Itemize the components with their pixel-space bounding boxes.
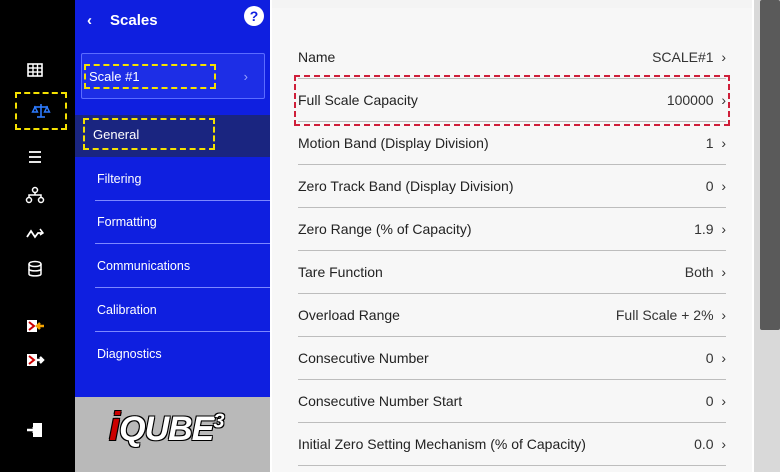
setting-label: Tare Function [298, 264, 383, 280]
menu-item-label: Formatting [97, 215, 157, 229]
scale-selector[interactable]: Scale #1 › [81, 53, 265, 99]
setting-value: Both [685, 264, 726, 280]
setting-value: 1.9 [694, 221, 726, 237]
back-chevron-icon[interactable]: ‹ [87, 12, 92, 29]
setting-row-motion-band[interactable]: Motion Band (Display Division) 1 [298, 122, 726, 165]
setting-value: 0.0 [694, 436, 726, 452]
setting-row-zero-range[interactable]: Zero Range (% of Capacity) 1.9 [298, 208, 726, 251]
menu-item-diagnostics[interactable]: Diagnostics [95, 332, 270, 375]
setting-row-tare-function[interactable]: Tare Function Both [298, 251, 726, 294]
setting-row-overload-range[interactable]: Overload Range Full Scale + 2% [298, 294, 726, 337]
menu-title: Scales [110, 11, 158, 29]
menu-item-formatting[interactable]: Formatting [95, 201, 270, 244]
setting-label: Consecutive Number [298, 350, 429, 366]
logo-superscript: 3 [213, 410, 224, 433]
grid-icon[interactable] [0, 55, 70, 85]
menu-item-label: Diagnostics [97, 346, 162, 361]
menu-item-filtering[interactable]: Filtering [95, 158, 270, 201]
icon-rail [0, 0, 75, 472]
menu-item-label: Filtering [97, 172, 142, 186]
setting-value: 0 [706, 393, 726, 409]
setting-value: 0 [706, 178, 726, 194]
setting-label: Zero Range (% of Capacity) [298, 221, 472, 237]
menu-item-label: General [83, 118, 215, 150]
setting-label: Initial Zero Setting Mechanism (% of Cap… [298, 436, 586, 452]
qube-logo: iQUBE3 [109, 405, 224, 450]
setting-label: Zero Track Band (Display Division) [298, 178, 514, 194]
help-icon[interactable]: ? [244, 6, 264, 26]
menu-item-general[interactable]: General [75, 115, 270, 157]
setting-row-full-scale-capacity[interactable]: Full Scale Capacity 100000 [294, 75, 730, 126]
menu-item-label: Calibration [97, 303, 157, 317]
setting-row-name[interactable]: Name SCALE#1 [298, 36, 726, 79]
setting-value: 0 [706, 350, 726, 366]
logo-prefix: i [109, 405, 120, 449]
setting-label: Consecutive Number Start [298, 393, 463, 409]
scale-balance-icon[interactable] [15, 92, 67, 130]
menu-item-communications[interactable]: Communications [95, 245, 270, 288]
import-icon[interactable] [0, 345, 70, 375]
brand-logo-area: iQUBE3 [75, 397, 270, 472]
signal-icon[interactable] [0, 218, 70, 248]
setting-value: 1 [706, 135, 726, 151]
export-icon[interactable] [0, 311, 70, 341]
network-icon[interactable] [0, 180, 70, 210]
menu-header: ‹ Scales ? [75, 0, 270, 40]
setting-row-consecutive-number[interactable]: Consecutive Number 0 [298, 337, 726, 380]
setting-row-consecutive-number-start[interactable]: Consecutive Number Start 0 [298, 380, 726, 423]
setting-label: Name [298, 49, 336, 65]
exit-icon[interactable] [0, 415, 70, 445]
setting-value: 100000 [667, 92, 726, 108]
scrollbar[interactable] [754, 0, 780, 472]
setting-row-initial-zero-setting[interactable]: Initial Zero Setting Mechanism (% of Cap… [298, 423, 726, 466]
settings-panel: Name SCALE#1 Full Scale Capacity 100000 Mo… [272, 0, 752, 472]
menu-item-calibration[interactable]: Calibration [95, 289, 270, 332]
scrollbar-thumb[interactable] [760, 0, 780, 330]
database-icon[interactable] [0, 254, 70, 284]
setting-value: Full Scale + 2% [616, 307, 726, 323]
setting-value: SCALE#1 [652, 49, 726, 65]
setting-row-zero-track-band[interactable]: Zero Track Band (Display Division) 0 [298, 165, 726, 208]
setting-label: Motion Band (Display Division) [298, 135, 489, 151]
list-icon[interactable] [0, 142, 70, 172]
chevron-right-icon: › [243, 68, 248, 84]
settings-list: Name SCALE#1 Full Scale Capacity 100000 Mo… [272, 8, 752, 472]
setting-label: Full Scale Capacity [298, 92, 418, 108]
logo-text: QUBE [119, 410, 214, 448]
menu-item-label: Communications [97, 259, 191, 273]
scale-selector-label: Scale #1 [84, 63, 216, 89]
setting-label: Overload Range [298, 307, 400, 323]
